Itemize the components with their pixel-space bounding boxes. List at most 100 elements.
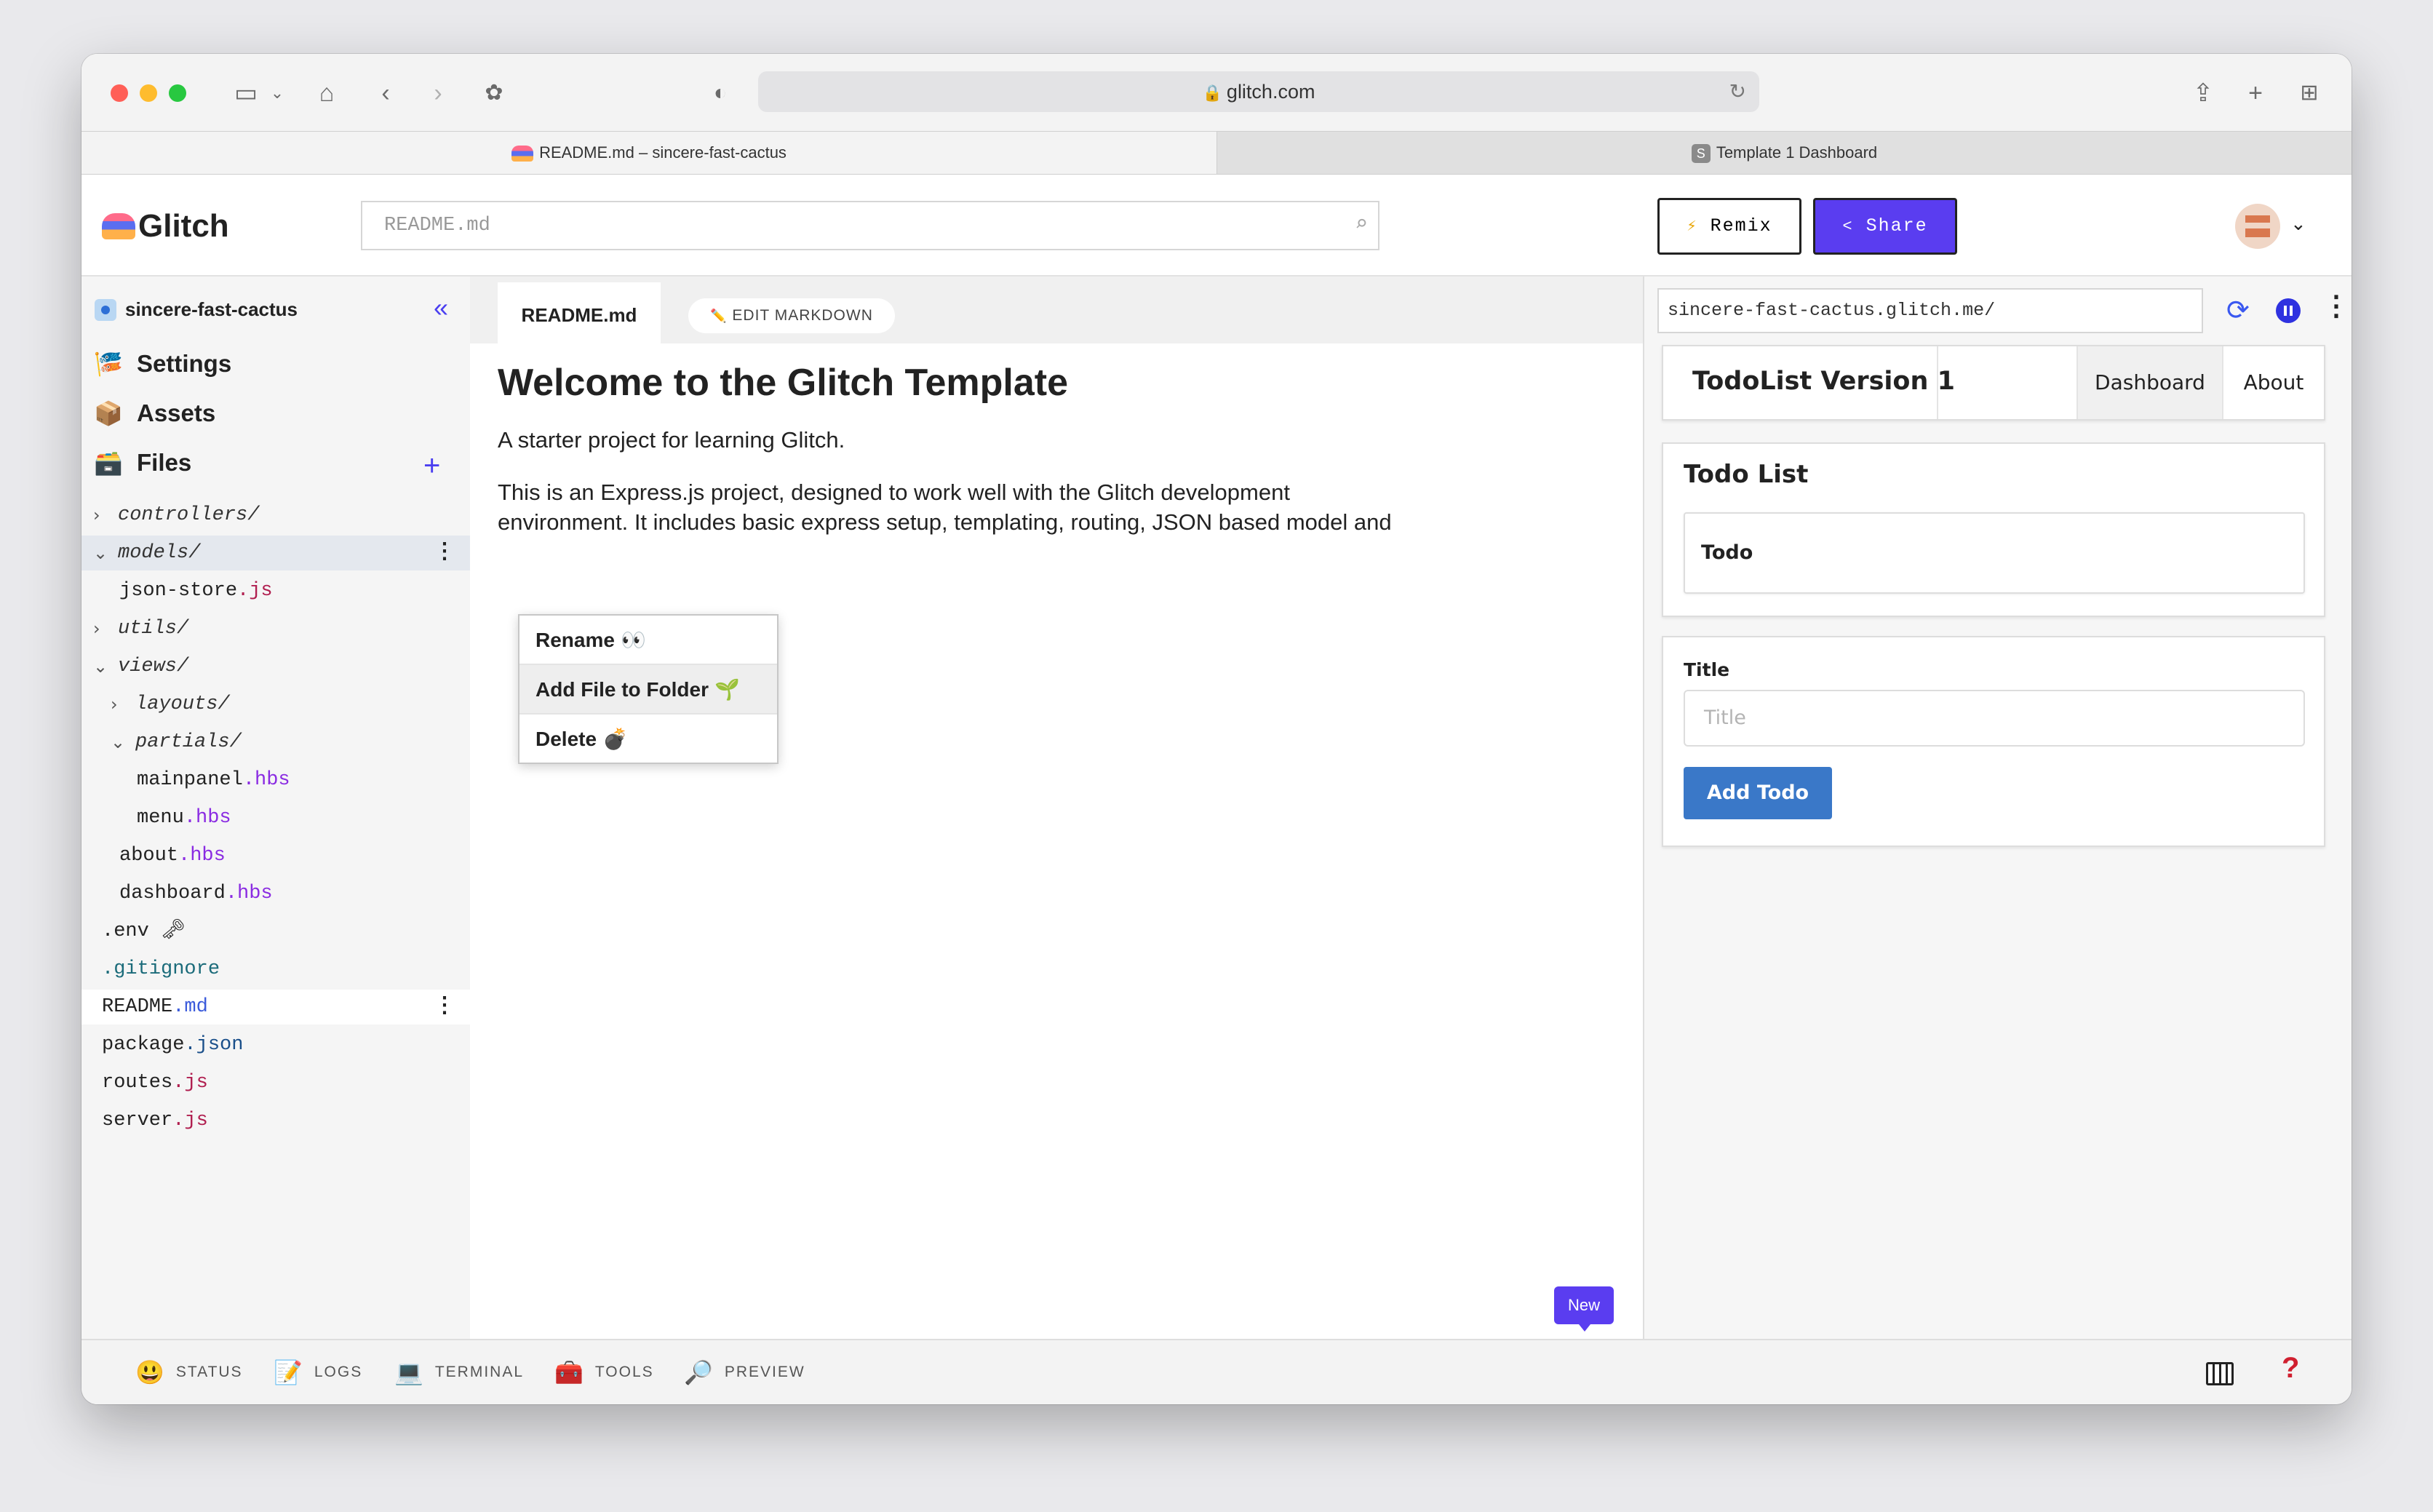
file-extension: .md [172,996,208,1018]
browser-tab-label: README.md – sincere-fast-cactus [539,143,787,162]
magnifier-icon: 🔎 [684,1359,714,1385]
browser-tab-label: Template 1 Dashboard [1716,143,1878,162]
file-name: mainpanel [137,769,243,791]
file-tree-item[interactable]: › controllers/ [81,498,470,533]
file-tree-item[interactable]: ⌄ partials/ [81,725,470,760]
nav-dashboard-link[interactable]: Dashboard [2076,346,2222,419]
sidebar-toggle-icon[interactable]: ▭ [224,77,268,109]
eyes-icon: 👀 [620,629,646,651]
refresh-icon[interactable]: ⟳ [2226,294,2250,327]
file-tree-item[interactable]: menu.hbs [81,800,470,835]
edit-markdown-button[interactable]: ✏️ EDIT MARKDOWN [688,298,895,333]
delete-menu-item[interactable]: Delete 💣 [519,715,777,764]
logs-button[interactable]: 📝 LOGS [274,1358,362,1387]
add-file-icon[interactable]: + [423,450,440,482]
settings-icon: 🎏 [94,351,123,377]
add-todo-button[interactable]: Add Todo [1684,767,1832,819]
chevron-down-icon[interactable]: ⌄ [2290,212,2306,235]
file-extension: .json [184,1034,244,1056]
browser-toolbar: ▭ ⌄ ⌂ ‹ › ✿ ◐ 🔒 glitch.com ↻ ⇪ + ⊞ [81,54,2352,131]
title-input[interactable]: Title [1684,690,2305,747]
address-bar[interactable]: 🔒 glitch.com ↻ [758,71,1759,112]
home-icon[interactable]: ⌂ [308,77,345,109]
close-window-button[interactable] [111,84,128,102]
seedling-icon: 🌱 [714,678,740,701]
file-search-input[interactable]: README.md ⌕ [361,201,1379,250]
new-tab-icon[interactable]: + [2239,77,2271,109]
project-name[interactable]: sincere-fast-cactus [95,298,298,321]
tab-overview-icon[interactable]: ⊞ [2293,77,2325,109]
file-tree-item[interactable]: dashboard.hbs [81,876,470,911]
file-tree-item[interactable]: › layouts/ [81,687,470,722]
extensions-icon[interactable]: ✿ [476,77,512,109]
file-tree-item[interactable]: server.js [81,1103,470,1138]
file-context-menu: Rename 👀 Add File to Folder 🌱 Delete 💣 [518,614,779,764]
more-options-icon[interactable]: ⋮ [2322,290,2350,322]
file-tree-item[interactable]: › utils/ [81,611,470,646]
add-file-to-folder-menu-item[interactable]: Add File to Folder 🌱 [519,665,777,715]
status-button[interactable]: 😃 STATUS [135,1358,243,1387]
glitch-fish-icon [102,213,135,239]
file-name: .env [102,920,149,942]
sidebar: sincere-fast-cactus « 🎏 Settings 📦 Asset… [81,276,470,1339]
sidebar-item-label: Files [137,449,192,476]
file-tree-item[interactable]: ⌄ views/ [81,649,470,684]
more-options-icon[interactable]: ⋮ [434,990,455,1024]
help-icon[interactable]: ? [2282,1352,2299,1385]
footer-label: STATUS [175,1364,243,1380]
app-navbar: TodoList Version 1 Dashboard About [1662,345,2325,421]
share-label: Share [1865,215,1928,236]
privacy-shield-icon[interactable]: ◐ [706,77,735,109]
file-extension: .hbs [242,769,290,791]
preview-url-input[interactable]: sincere-fast-cactus.glitch.me/ [1657,288,2203,333]
file-tree-item[interactable]: about.hbs [81,838,470,873]
search-placeholder: README.md [384,215,490,236]
file-tree-item[interactable]: ⌄ models/ ⋮ [81,536,470,570]
edit-markdown-label: EDIT MARKDOWN [732,307,873,324]
new-badge[interactable]: New [1554,1286,1614,1332]
file-name: layouts/ [135,693,230,715]
reload-icon[interactable]: ↻ [1729,71,1746,112]
sidebar-item-files[interactable]: 🗃️ Files [93,444,191,482]
forward-icon[interactable]: › [423,77,453,109]
file-tree-item[interactable]: mainpanel.hbs [81,763,470,797]
zoom-window-button[interactable] [169,84,186,102]
nav-about-link[interactable]: About [2222,346,2324,419]
file-tree-item[interactable]: README.md ⋮ [81,990,470,1024]
file-tree-item[interactable]: .gitignore [81,952,470,987]
sidebar-item-assets[interactable]: 📦 Assets [93,394,215,432]
rename-menu-item[interactable]: Rename 👀 [519,616,777,665]
card-title: Todo List [1684,460,1809,489]
more-options-icon[interactable]: ⋮ [434,536,455,570]
minimize-window-button[interactable] [140,84,157,102]
sidebar-item-settings[interactable]: 🎏 Settings [93,345,231,383]
remix-button[interactable]: ⚡ Remix [1657,198,1801,255]
file-tree-item[interactable]: routes.js [81,1065,470,1100]
browser-tab-dashboard[interactable]: S Template 1 Dashboard [1216,132,2352,174]
tab-readme[interactable]: README.md [498,282,661,345]
editor-tab-bar: README.md ✏️ EDIT MARKDOWN [470,276,1643,345]
app-preview-panel: sincere-fast-cactus.glitch.me/ ⟳ ⋮ TodoL… [1643,276,2352,1339]
file-tree-item[interactable]: .env 🗝 [81,914,470,949]
file-extension: .js [172,1072,208,1094]
todo-list-card: Todo List Todo [1662,442,2325,617]
share-sheet-icon[interactable]: ⇪ [2187,77,2219,109]
assets-icon: 📦 [94,400,123,426]
user-avatar[interactable] [2235,204,2280,249]
share-button[interactable]: < Share [1813,198,1957,255]
pause-icon[interactable] [2276,298,2301,323]
keyboard-shortcuts-icon[interactable] [2206,1362,2234,1385]
tools-button[interactable]: 🧰 TOOLS [554,1358,654,1387]
pencil-icon: ✏️ [710,309,728,323]
file-tree-item[interactable]: json-store.js [81,573,470,608]
collapse-sidebar-icon[interactable]: « [434,293,448,323]
file-tree-item[interactable]: package.json [81,1027,470,1062]
chevron-right-icon: › [93,618,100,639]
terminal-button[interactable]: 💻 TERMINAL [394,1358,524,1387]
back-icon[interactable]: ‹ [371,77,400,109]
preview-button[interactable]: 🔎 PREVIEW [684,1358,805,1387]
browser-tab-readme[interactable]: README.md – sincere-fast-cactus [81,132,1216,174]
chevron-down-icon[interactable]: ⌄ [266,77,288,109]
readme-paragraph: A starter project for learning Glitch. [498,427,845,453]
glitch-logo[interactable]: Glitch [102,207,229,246]
